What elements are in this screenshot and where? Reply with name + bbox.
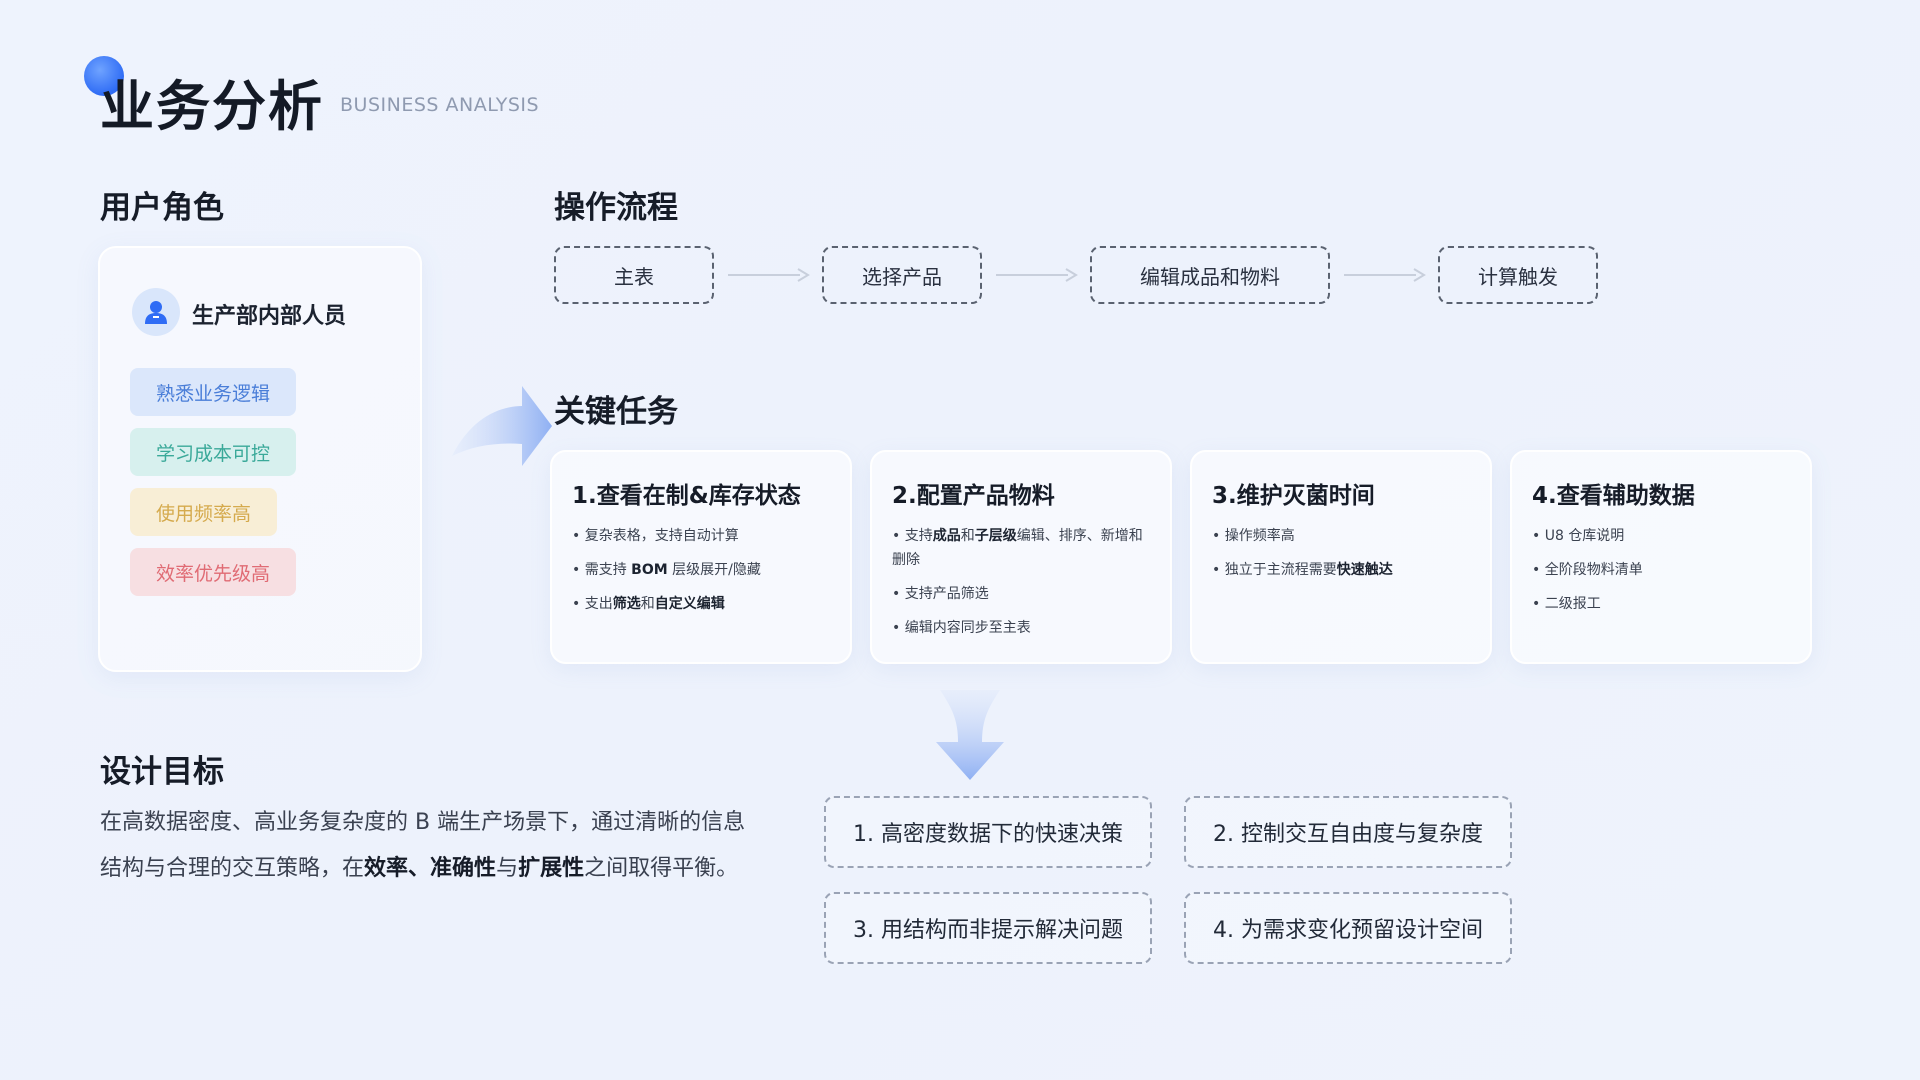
task-card: 4.查看辅助数据 • U8 仓库说明 • 全阶段物料清单 • 二级报工 (1510, 450, 1812, 664)
task-card: 2.配置产品物料 • 支持成品和子层级编辑、排序、新增和删除 • 支持产品筛选 … (870, 450, 1172, 664)
task-title: 4.查看辅助数据 (1532, 483, 1695, 509)
task-item: • 复杂表格，支持自动计算 (572, 528, 739, 544)
role-tag: 使用频率高 (130, 488, 278, 536)
goal-box: 4. 为需求变化预留设计空间 (1184, 892, 1512, 964)
goal-box: 1. 高密度数据下的快速决策 (824, 796, 1152, 868)
page-subtitle: BUSINESS ANALYSIS (340, 94, 540, 116)
arrow-right-big-icon (452, 386, 552, 466)
flow-step-calc-trigger: 计算触发 (1438, 246, 1598, 304)
task-item: • 操作频率高 (1212, 528, 1295, 544)
goal-box: 2. 控制交互自由度与复杂度 (1184, 796, 1512, 868)
role-card: 生产部内部人员 熟悉业务逻辑 学习成本可控 使用频率高 效率优先级高 (98, 246, 422, 672)
page-title: 业务分析 (100, 75, 324, 138)
role-tag: 学习成本可控 (130, 428, 297, 476)
task-item: • 二级报工 (1532, 596, 1601, 612)
arrow-right-icon (1344, 268, 1426, 282)
user-roles-title: 用户角色 (100, 190, 224, 226)
task-item: • 需支持 BOM 层级展开/隐藏 (572, 562, 761, 578)
task-item: • 支持成品和子层级编辑、排序、新增和删除 (892, 528, 1143, 568)
flow-step-main-table: 主表 (554, 246, 714, 304)
task-title: 2.配置产品物料 (892, 483, 1055, 509)
arrow-right-icon (996, 268, 1078, 282)
task-title: 1.查看在制&库存状态 (572, 483, 801, 509)
role-tag: 效率优先级高 (130, 548, 297, 596)
arrow-right-icon (728, 268, 810, 282)
task-item: • 支持产品筛选 (892, 586, 989, 602)
design-goals-description: 在高数据密度、高业务复杂度的 B 端生产场景下，通过清晰的信息结构与合理的交互策… (100, 810, 746, 881)
task-item: • U8 仓库说明 (1532, 528, 1625, 544)
flow-step-edit-materials: 编辑成品和物料 (1090, 246, 1330, 304)
role-tag: 熟悉业务逻辑 (130, 368, 297, 416)
flow-step-select-product: 选择产品 (822, 246, 982, 304)
task-card: 1.查看在制&库存状态 • 复杂表格，支持自动计算 • 需支持 BOM 层级展开… (550, 450, 852, 664)
goal-box: 3. 用结构而非提示解决问题 (824, 892, 1152, 964)
user-avatar-icon (132, 288, 180, 336)
task-title: 3.维护灭菌时间 (1212, 483, 1375, 509)
flow-title: 操作流程 (554, 190, 678, 226)
role-name: 生产部内部人员 (192, 304, 347, 329)
task-item: • 支出筛选和自定义编辑 (572, 596, 725, 612)
task-card: 3.维护灭菌时间 • 操作频率高 • 独立于主流程需要快速触达 (1190, 450, 1492, 664)
task-item: • 全阶段物料清单 (1532, 562, 1643, 578)
tasks-title: 关键任务 (554, 394, 678, 430)
arrow-down-big-icon (936, 690, 1004, 780)
task-item: • 独立于主流程需要快速触达 (1212, 562, 1393, 578)
task-item: • 编辑内容同步至主表 (892, 620, 1031, 636)
design-goals-title: 设计目标 (100, 754, 224, 790)
